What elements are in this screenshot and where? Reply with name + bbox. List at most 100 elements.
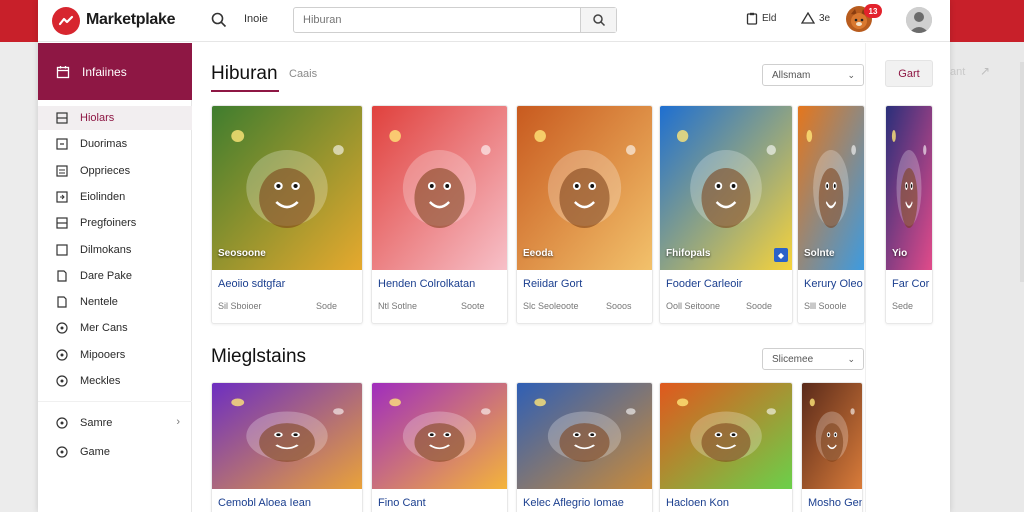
search-button[interactable] [580, 8, 616, 32]
product-card[interactable]: Eeoda Reiidar Gort Slc Seoleoote Sooos [516, 105, 653, 324]
product-title[interactable]: Fooder Carleoir [666, 278, 742, 290]
sidebar-item-11[interactable]: Meckles [38, 369, 192, 393]
product-rating: Sooos [606, 301, 632, 311]
sidebar-item-3[interactable]: Opprieces [38, 159, 192, 183]
product-card[interactable]: Fino Cant [371, 382, 508, 512]
product-thumbnail[interactable] [517, 106, 652, 270]
sidebar-item-6[interactable]: Dilmokans [38, 238, 192, 262]
sidebar-item-7[interactable]: Dare Pake [38, 264, 192, 288]
sidebar-item-8[interactable]: Nentele [38, 290, 192, 314]
product-card[interactable]: Yio Far Cor Sede [885, 105, 933, 324]
product-thumbnail[interactable] [660, 383, 792, 489]
circle-icon [56, 417, 68, 429]
home-link[interactable]: Inoie [244, 13, 268, 25]
product-title[interactable]: Kerury Oleo [804, 278, 863, 290]
product-title[interactable]: Henden Colrolkatan [378, 278, 475, 290]
sidebar-item-9[interactable]: Mer Cans [38, 316, 192, 340]
product-meta: Ooll Seitoone [666, 301, 721, 311]
product-title[interactable]: Hacloen Kon [666, 497, 729, 509]
product-thumbnail[interactable] [212, 383, 362, 489]
background-ghost-text: ant [950, 66, 966, 78]
product-rating: Soode [746, 301, 773, 311]
sidebar-item-label: Game [80, 446, 110, 458]
sidebar-item-label: Samre [80, 417, 113, 429]
sidebar-item-1[interactable]: Hiolars [38, 106, 192, 130]
product-card[interactable]: Cemobl Aloea Iean [211, 382, 363, 512]
product-card[interactable]: Kelec Aflegrio Iomae [516, 382, 653, 512]
square-icon [56, 243, 68, 256]
sidebar-item-label: Opprieces [80, 164, 131, 177]
circle-icon [56, 446, 68, 458]
product-card[interactable]: Fhifopals ◆ Fooder Carleoir Ooll Seitoone So… [659, 105, 793, 324]
product-thumbnail[interactable] [660, 106, 792, 270]
search-icon [592, 14, 605, 27]
sidebar-item-label: Nentele [80, 296, 118, 309]
product-card[interactable]: Mosho Gene [801, 382, 863, 512]
product-title[interactable]: Kelec Aflegrio Iomae [523, 497, 624, 509]
product-title[interactable]: Far Cor [892, 278, 929, 290]
product-thumbnail[interactable] [802, 383, 862, 489]
product-thumbnail[interactable] [517, 383, 652, 489]
sidebar-item-label: Duorimas [80, 138, 128, 151]
product-thumbnail[interactable] [212, 106, 362, 270]
product-title[interactable]: Reiidar Gort [523, 278, 582, 290]
product-title[interactable]: Mosho Gene [808, 497, 862, 509]
user-avatar[interactable] [906, 7, 932, 33]
sidebar-header-label: Infaiines [82, 64, 127, 79]
doc-icon [56, 296, 68, 308]
circle-icon [56, 375, 68, 387]
product-title[interactable]: Aeoiio sdtgfar [218, 278, 285, 290]
triangle-icon [801, 12, 815, 24]
search-icon[interactable] [210, 11, 228, 29]
sidebar-header[interactable]: Infaiines [38, 43, 192, 100]
top-header: Marketplake Inoie Eld 3e 13 [38, 0, 950, 42]
marketplace-window: Marketplake Inoie Eld 3e 13 [38, 0, 950, 512]
section-title-second: Mieglstains [211, 346, 307, 367]
sidebar-item-5[interactable]: Pregfoiners [38, 211, 192, 235]
scrollbar-track[interactable] [1020, 62, 1024, 282]
list-icon [56, 164, 68, 177]
product-thumbnail[interactable] [372, 383, 507, 489]
active-tab-underline [211, 90, 279, 92]
sidebar-item-label: Meckles [80, 375, 121, 387]
alerts-menu[interactable]: 3e [801, 12, 830, 24]
sidebar-item-label: Hiolars [80, 112, 115, 124]
sidebar-item-label: Dare Pake [80, 269, 132, 282]
product-card[interactable]: Hacloen Kon [659, 382, 793, 512]
sidebar-bottom-item-1[interactable]: Samre › [38, 411, 192, 435]
circle-icon [56, 322, 68, 334]
sidebar-divider [38, 401, 192, 402]
app-title[interactable]: Marketplake [86, 11, 176, 29]
sidebar-bottom-item-2[interactable]: Game [38, 440, 192, 464]
sidebar-item-4[interactable]: Eiolinden [38, 185, 192, 209]
grid-icon [56, 112, 68, 124]
sort-select-section2[interactable]: Slicemee ⌄ [762, 348, 864, 370]
product-meta: Sil Sboioer [218, 301, 262, 311]
product-title[interactable]: Fino Cant [378, 497, 426, 509]
sidebar-item-2[interactable]: Duorimas [38, 132, 192, 156]
sort-select-section1[interactable]: Allsmam ⌄ [762, 64, 864, 86]
arrow-box-icon [56, 191, 68, 203]
search-input[interactable] [294, 8, 579, 32]
thumbnail-caption: Eeoda [523, 248, 554, 259]
product-rating: Sode [316, 301, 338, 311]
product-card[interactable]: Seosoone Aeoiio sdtgfar Sil Sboioer Sode [211, 105, 363, 324]
logo-icon[interactable] [52, 7, 80, 35]
product-thumbnail[interactable] [798, 106, 864, 270]
cart-button[interactable]: Gart [885, 60, 933, 87]
product-card[interactable]: Henden Colrolkatan Ntl Sotlne Soote [371, 105, 508, 324]
notification-badge[interactable]: 13 [864, 4, 882, 18]
circle-icon [56, 349, 68, 361]
sidebar-item-10[interactable]: Mipooers [38, 343, 192, 367]
chevron-down-icon: ⌄ [847, 70, 855, 80]
product-thumbnail[interactable] [372, 106, 507, 270]
alerts-label: 3e [819, 12, 831, 24]
tab-caais[interactable]: Caais [289, 68, 317, 80]
orders-menu[interactable]: Eld [746, 12, 776, 25]
product-title[interactable]: Cemobl Aloea Iean [218, 497, 311, 509]
chevron-down-icon: ⌄ [847, 354, 855, 364]
doc-icon [56, 270, 68, 282]
product-thumbnail[interactable] [886, 106, 932, 270]
box-icon [56, 138, 68, 150]
product-card[interactable]: Solnte Kerury Oleo Slll Sooole [797, 105, 865, 324]
